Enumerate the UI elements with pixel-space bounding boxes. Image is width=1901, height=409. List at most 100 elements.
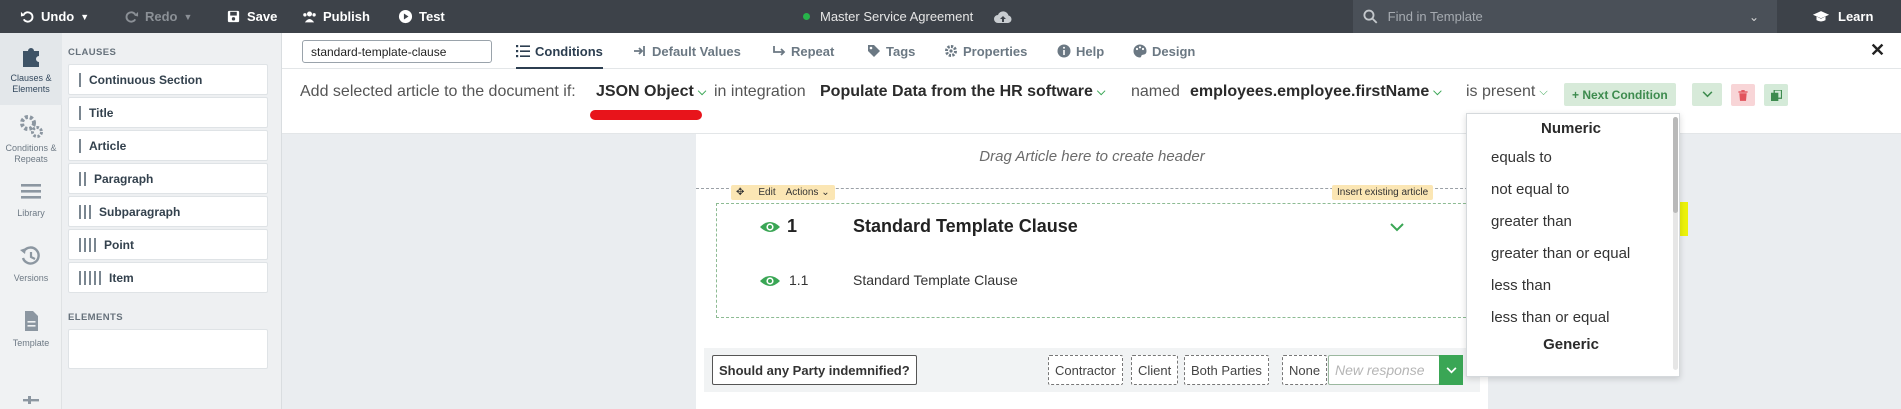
option-both-parties[interactable]: Both Parties bbox=[1184, 355, 1269, 385]
publish-button[interactable]: Publish bbox=[302, 0, 370, 33]
move-icon[interactable]: ✥ bbox=[736, 187, 744, 198]
option-contractor[interactable]: Contractor bbox=[1048, 355, 1123, 385]
clause-name-field[interactable]: standard-template-clause bbox=[302, 40, 492, 63]
insert-existing-article-button[interactable]: Insert existing article bbox=[1332, 185, 1434, 200]
edit-button[interactable]: Edit bbox=[758, 187, 775, 198]
chevron-down-icon[interactable]: ▼ bbox=[80, 12, 89, 22]
integration-select[interactable]: Populate Data from the HR software ⌵ bbox=[820, 83, 1105, 101]
close-icon[interactable]: ✕ bbox=[1870, 41, 1885, 59]
palette-item-item[interactable]: Item bbox=[68, 262, 268, 293]
elements-palette: CLAUSES Continuous Section Title Article… bbox=[62, 33, 282, 409]
document-page: Drag Article here to create header ✥ Edi… bbox=[696, 134, 1488, 409]
palette-item-continuous-section[interactable]: Continuous Section bbox=[68, 64, 268, 95]
cloud-upload-icon[interactable] bbox=[993, 9, 1013, 25]
actions-button[interactable]: Actions ⌄ bbox=[786, 187, 830, 198]
operator-select[interactable]: is present ⌵ bbox=[1466, 83, 1548, 101]
in-integration-label: in integration bbox=[714, 83, 806, 100]
palette-icon bbox=[1133, 44, 1147, 58]
top-toolbar: Undo ▼ Redo ▼ Save Publish Test Master S… bbox=[0, 0, 1901, 33]
dropdown-item-less-than-or-equal[interactable]: less than or equal bbox=[1491, 309, 1609, 326]
gears-icon bbox=[20, 115, 43, 138]
search-icon bbox=[1363, 9, 1378, 24]
rail-item-versions[interactable]: Versions bbox=[0, 243, 62, 284]
eye-icon[interactable] bbox=[759, 220, 781, 234]
option-none[interactable]: None bbox=[1282, 355, 1328, 385]
palette-element-item[interactable] bbox=[68, 329, 268, 369]
article-title[interactable]: Standard Template Clause bbox=[853, 216, 1078, 237]
subclause-title[interactable]: Standard Template Clause bbox=[853, 272, 1018, 288]
chevron-down-icon[interactable]: ▼ bbox=[184, 12, 193, 22]
save-icon bbox=[227, 10, 240, 23]
undo-label: Undo bbox=[41, 9, 75, 24]
palette-item-title[interactable]: Title bbox=[68, 97, 268, 128]
field-select[interactable]: employees.employee.firstName ⌵ bbox=[1190, 83, 1442, 101]
rail-item-clauses-elements[interactable]: Clauses & Elements bbox=[0, 33, 62, 105]
save-label: Save bbox=[247, 9, 278, 24]
drag-header-hint: Drag Article here to create header bbox=[979, 148, 1205, 165]
next-condition-menu-button[interactable] bbox=[1692, 83, 1722, 106]
tab-design[interactable]: Design bbox=[1133, 33, 1195, 69]
palette-item-label: Point bbox=[104, 237, 134, 252]
palette-item-label: Item bbox=[109, 270, 134, 285]
eye-icon[interactable] bbox=[759, 274, 781, 288]
tab-tags[interactable]: Tags bbox=[867, 33, 915, 69]
chevron-down-icon bbox=[1446, 366, 1456, 373]
undo-button[interactable]: Undo ▼ bbox=[20, 0, 89, 33]
delete-condition-button[interactable] bbox=[1731, 84, 1755, 106]
rail-item-conditions-repeats[interactable]: Conditions & Repeats bbox=[0, 113, 62, 165]
palette-item-article[interactable]: Article bbox=[68, 130, 268, 161]
insert-existing-label: Insert existing article bbox=[1337, 187, 1429, 198]
palette-item-paragraph[interactable]: Paragraph bbox=[68, 163, 268, 194]
dropdown-item-greater-than[interactable]: greater than bbox=[1491, 213, 1572, 230]
condition-type-select[interactable]: JSON Object ⌵ bbox=[596, 83, 706, 101]
level-bars-icon bbox=[79, 105, 81, 120]
document-title: Master Service Agreement bbox=[803, 0, 1013, 33]
redo-button[interactable]: Redo ▼ bbox=[124, 0, 192, 33]
level-bars-icon bbox=[79, 171, 86, 186]
dropdown-item-equals-to[interactable]: equals to bbox=[1491, 149, 1552, 166]
condition-type-value: JSON Object bbox=[596, 83, 694, 100]
rail-item-more[interactable] bbox=[0, 395, 62, 409]
list-check-icon bbox=[516, 45, 530, 58]
tab-conditions[interactable]: Conditions bbox=[516, 33, 603, 69]
dropdown-item-not-equal-to[interactable]: not equal to bbox=[1491, 181, 1569, 198]
rail-item-template[interactable]: Template bbox=[0, 308, 62, 349]
new-response-menu-button[interactable] bbox=[1439, 355, 1463, 385]
learn-label: Learn bbox=[1838, 9, 1874, 24]
palette-item-subparagraph[interactable]: Subparagraph bbox=[68, 196, 268, 227]
chevron-down-icon: ⌵ bbox=[697, 85, 707, 98]
dropdown-item-less-than[interactable]: less than bbox=[1491, 277, 1551, 294]
tab-properties[interactable]: Properties bbox=[944, 33, 1027, 69]
chevron-down-icon[interactable]: ⌄ bbox=[1749, 10, 1759, 24]
status-dot-icon bbox=[803, 13, 810, 20]
test-button[interactable]: Test bbox=[398, 0, 445, 33]
learn-button[interactable]: Learn bbox=[1812, 0, 1873, 33]
next-condition-label: + Next Condition bbox=[1572, 87, 1668, 102]
new-response-input[interactable]: New response bbox=[1328, 355, 1440, 385]
rail-label: Repeats bbox=[14, 154, 48, 164]
dropdown-scrollbar-thumb[interactable] bbox=[1673, 117, 1678, 213]
tab-help[interactable]: Help bbox=[1057, 33, 1104, 69]
info-icon bbox=[1057, 44, 1071, 58]
duplicate-condition-button[interactable] bbox=[1764, 84, 1788, 106]
palette-item-label: Article bbox=[89, 138, 127, 153]
condition-prefix: Add selected article to the document if: bbox=[300, 83, 576, 100]
dropdown-item-greater-than-or-equal[interactable]: greater than or equal bbox=[1491, 245, 1630, 262]
graduation-cap-icon bbox=[1812, 11, 1830, 22]
rail-item-library[interactable]: Library bbox=[0, 178, 62, 219]
puzzle-icon bbox=[23, 48, 39, 67]
tab-label: Repeat bbox=[791, 43, 835, 59]
tab-default-values[interactable]: Default Values bbox=[633, 33, 741, 69]
question-button[interactable]: Should any Party indemnified? bbox=[712, 355, 917, 385]
palette-item-point[interactable]: Point bbox=[68, 229, 268, 260]
tab-repeat[interactable]: Repeat bbox=[772, 33, 834, 69]
option-client[interactable]: Client bbox=[1131, 355, 1179, 385]
article-block[interactable]: 1 Standard Template Clause 1.1 Standard … bbox=[716, 203, 1481, 318]
next-condition-button[interactable]: + Next Condition bbox=[1564, 83, 1676, 106]
play-icon bbox=[398, 9, 413, 24]
article-toolbar: ✥ Edit Actions ⌄ bbox=[731, 185, 835, 200]
save-button[interactable]: Save bbox=[226, 0, 277, 33]
undo-icon bbox=[20, 11, 34, 23]
find-input[interactable] bbox=[1387, 9, 1739, 24]
chevron-down-icon[interactable] bbox=[1390, 223, 1404, 232]
